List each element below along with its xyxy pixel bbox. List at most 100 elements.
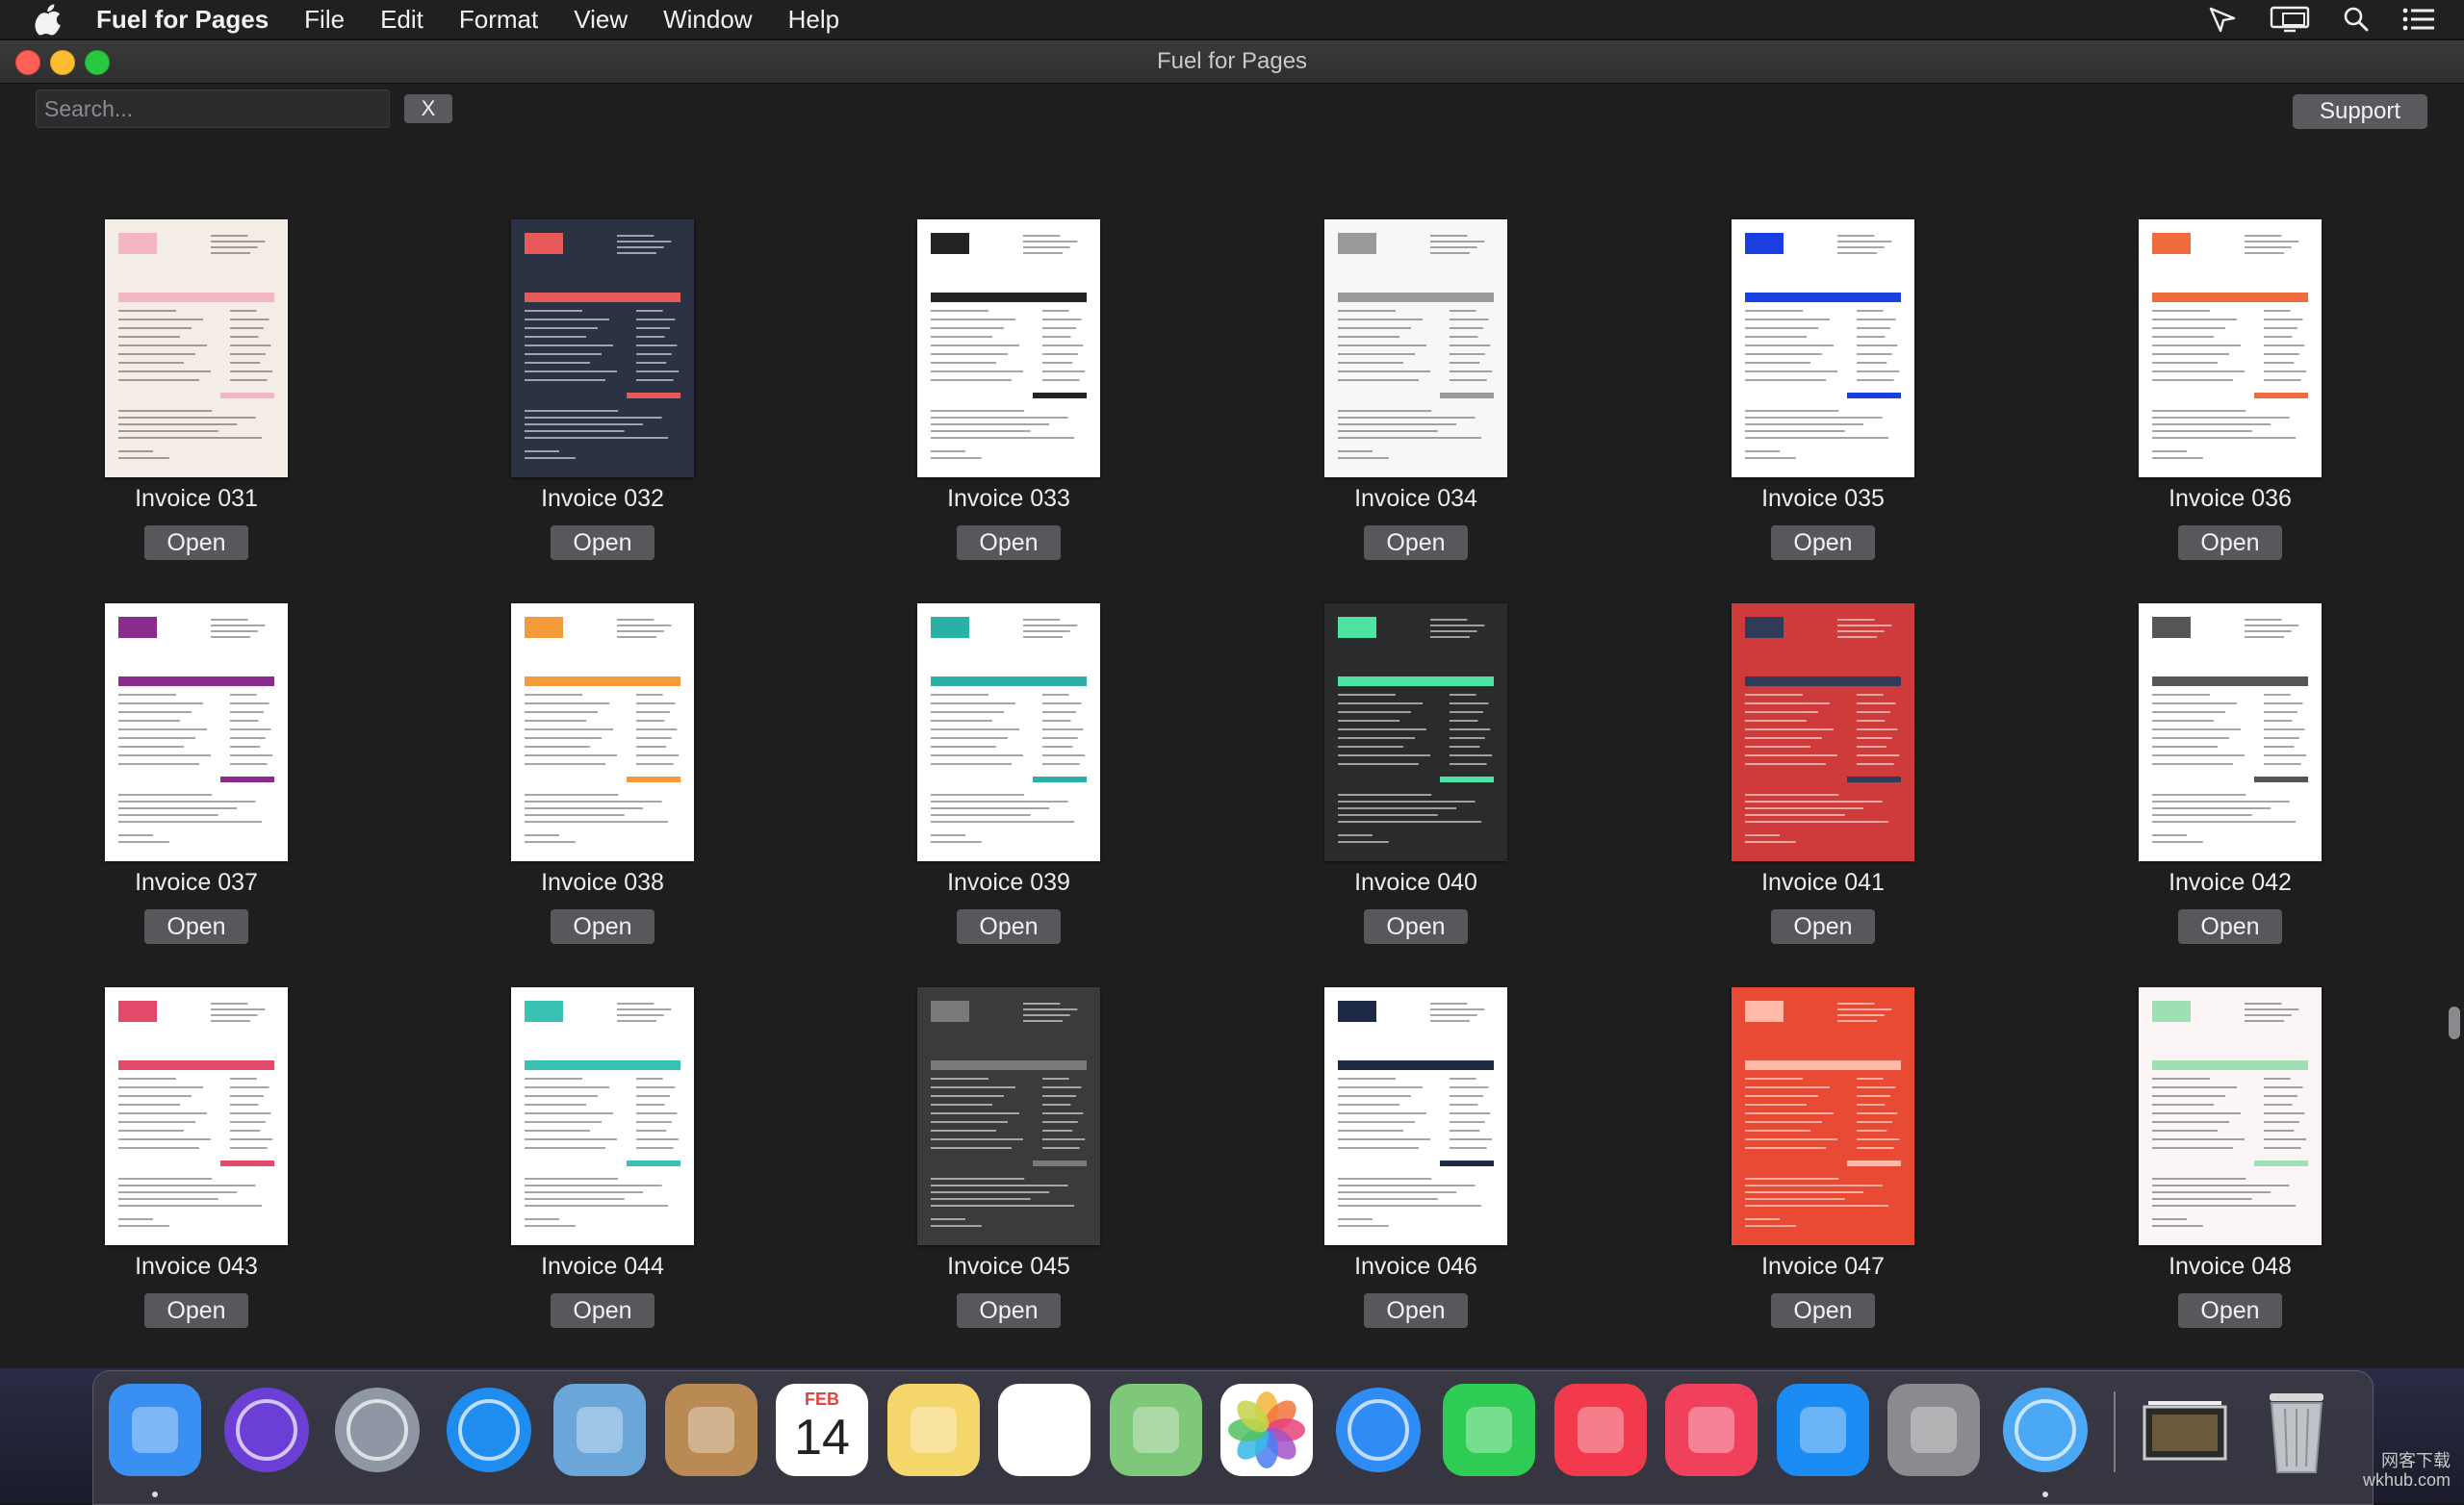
template-name: Invoice 045 xyxy=(947,1253,1070,1280)
template-tile: Invoice 034 Open xyxy=(1271,219,1560,566)
watermark-line1: 网客下载 xyxy=(2381,1451,2451,1470)
watermark-line2: wkhub.com xyxy=(2362,1470,2451,1490)
app-store-icon[interactable] xyxy=(1776,1384,1869,1476)
scrollbar[interactable] xyxy=(2443,137,2464,1368)
template-name: Invoice 034 xyxy=(1354,485,1477,512)
siri-icon[interactable] xyxy=(220,1384,313,1476)
template-tile: Invoice 041 Open xyxy=(1679,603,1967,950)
template-tile: Invoice 037 Open xyxy=(52,603,341,950)
template-name: Invoice 041 xyxy=(1761,869,1885,896)
template-name: Invoice 039 xyxy=(947,869,1070,896)
open-button[interactable]: Open xyxy=(144,909,248,944)
template-thumbnail[interactable] xyxy=(105,987,288,1245)
template-name: Invoice 043 xyxy=(135,1253,258,1280)
open-button[interactable]: Open xyxy=(2178,525,2282,560)
open-button[interactable]: Open xyxy=(2178,1293,2282,1328)
menu-file[interactable]: File xyxy=(304,5,345,35)
reminders-icon[interactable] xyxy=(998,1384,1091,1476)
spotlight-search-icon[interactable] xyxy=(2343,6,2370,33)
safari-icon[interactable] xyxy=(443,1384,535,1476)
search-input[interactable] xyxy=(36,89,390,128)
template-tile: Invoice 036 Open xyxy=(2086,219,2374,566)
calendar-icon[interactable]: FEB 14 xyxy=(776,1384,868,1476)
messages-icon[interactable] xyxy=(1332,1384,1424,1476)
system-preferences-icon[interactable] xyxy=(1887,1384,1980,1476)
window-title: Fuel for Pages xyxy=(1156,48,1308,74)
template-thumbnail[interactable] xyxy=(511,987,694,1245)
template-name: Invoice 047 xyxy=(1761,1253,1885,1280)
open-button[interactable]: Open xyxy=(1771,909,1875,944)
template-name: Invoice 042 xyxy=(2169,869,2292,896)
apple-menu-icon[interactable] xyxy=(35,3,67,36)
mail-icon[interactable] xyxy=(553,1384,646,1476)
downloads-stack-icon[interactable] xyxy=(2139,1384,2231,1476)
open-button[interactable]: Open xyxy=(957,525,1061,560)
calendar-day: 14 xyxy=(794,1410,850,1466)
news-icon[interactable] xyxy=(1553,1384,1647,1476)
music-icon[interactable] xyxy=(1665,1384,1758,1476)
open-button[interactable]: Open xyxy=(1364,909,1468,944)
template-thumbnail[interactable] xyxy=(917,603,1100,861)
template-name: Invoice 044 xyxy=(541,1253,664,1280)
menu-format[interactable]: Format xyxy=(459,5,538,35)
menu-window[interactable]: Window xyxy=(663,5,752,35)
template-thumbnail[interactable] xyxy=(2139,219,2322,477)
template-thumbnail[interactable] xyxy=(2139,603,2322,861)
template-name: Invoice 040 xyxy=(1354,869,1477,896)
scrollbar-thumb[interactable] xyxy=(2449,1007,2460,1039)
template-thumbnail[interactable] xyxy=(1324,987,1507,1245)
title-bar[interactable]: Fuel for Pages xyxy=(0,40,2464,84)
open-button[interactable]: Open xyxy=(1364,525,1468,560)
open-button[interactable]: Open xyxy=(1364,1293,1468,1328)
finder-icon[interactable] xyxy=(109,1384,201,1476)
launchpad-icon[interactable] xyxy=(331,1384,424,1476)
open-button[interactable]: Open xyxy=(144,525,248,560)
menu-help[interactable]: Help xyxy=(788,5,839,35)
open-button[interactable]: Open xyxy=(144,1293,248,1328)
template-thumbnail[interactable] xyxy=(1732,219,1914,477)
running-indicator xyxy=(2041,1492,2048,1497)
open-button[interactable]: Open xyxy=(551,909,654,944)
open-button[interactable]: Open xyxy=(957,909,1061,944)
notes-icon[interactable] xyxy=(886,1384,980,1476)
template-thumbnail[interactable] xyxy=(105,219,288,477)
notification-center-icon[interactable] xyxy=(2402,7,2435,32)
photos-icon[interactable] xyxy=(1220,1384,1313,1476)
template-tile: Invoice 043 Open xyxy=(52,987,341,1334)
open-button[interactable]: Open xyxy=(551,525,654,560)
template-thumbnail[interactable] xyxy=(1324,219,1507,477)
template-tile: Invoice 046 Open xyxy=(1271,987,1560,1334)
contacts-icon[interactable] xyxy=(664,1384,757,1476)
template-thumbnail[interactable] xyxy=(1324,603,1507,861)
template-thumbnail[interactable] xyxy=(1732,987,1914,1245)
template-tile: Invoice 031 Open xyxy=(52,219,341,566)
template-thumbnail[interactable] xyxy=(2139,987,2322,1245)
template-thumbnail[interactable] xyxy=(917,987,1100,1245)
open-button[interactable]: Open xyxy=(551,1293,654,1328)
template-thumbnail[interactable] xyxy=(511,603,694,861)
template-name: Invoice 038 xyxy=(541,869,664,896)
template-thumbnail[interactable] xyxy=(105,603,288,861)
maps-icon[interactable] xyxy=(1109,1384,1202,1476)
trash-icon[interactable] xyxy=(2250,1384,2343,1476)
template-tile: Invoice 035 Open xyxy=(1679,219,1967,566)
support-button[interactable]: Support xyxy=(2293,94,2427,129)
clear-search-button[interactable]: X xyxy=(404,94,452,123)
fuel-app-icon[interactable] xyxy=(1999,1384,2092,1476)
template-thumbnail[interactable] xyxy=(917,219,1100,477)
open-button[interactable]: Open xyxy=(957,1293,1061,1328)
facetime-icon[interactable] xyxy=(1443,1384,1535,1476)
template-thumbnail[interactable] xyxy=(1732,603,1914,861)
app-menu[interactable]: Fuel for Pages xyxy=(96,5,269,35)
watermark: 网客下载 wkhub.com xyxy=(2363,1451,2451,1490)
open-button[interactable]: Open xyxy=(1771,525,1875,560)
template-name: Invoice 037 xyxy=(135,869,258,896)
open-button[interactable]: Open xyxy=(2178,909,2282,944)
open-button[interactable]: Open xyxy=(1771,1293,1875,1328)
template-grid[interactable]: Invoice 031 Open Invoice 032 Open Invoice 03… xyxy=(0,137,2443,1368)
template-thumbnail[interactable] xyxy=(511,219,694,477)
menu-view[interactable]: View xyxy=(574,5,628,35)
menu-edit[interactable]: Edit xyxy=(380,5,424,35)
location-arrow-icon[interactable] xyxy=(2208,6,2237,33)
airplay-display-icon[interactable] xyxy=(2270,6,2310,33)
